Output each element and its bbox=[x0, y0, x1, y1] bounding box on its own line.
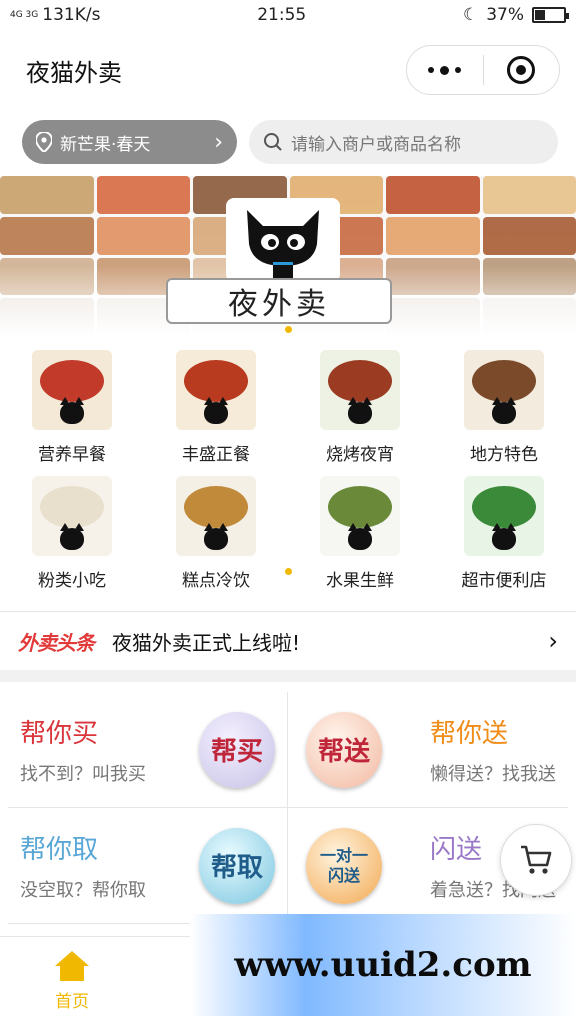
news-brand: 外卖头条 bbox=[18, 630, 95, 655]
search-row: 新芒果·春天 › 请输入商户或商品名称 bbox=[0, 110, 576, 176]
category-label: 粉类小吃 bbox=[38, 571, 106, 591]
category-7[interactable]: 水果生鲜 bbox=[288, 476, 432, 602]
store-icon bbox=[464, 476, 544, 556]
service-grid: 帮你买 找不到？叫我买 帮买 帮送 帮你送 懒得送？找我送 帮你取 没空取？帮你… bbox=[8, 692, 572, 924]
fruit-icon bbox=[320, 476, 400, 556]
category-grid: 营养早餐 丰盛正餐 烧烤夜宵 地方特色 粉类小吃 糕点冷饮 水果生鲜 超市便利店 bbox=[0, 336, 576, 612]
service-send[interactable]: 帮送 帮你送 懒得送？找我送 bbox=[288, 692, 568, 808]
category-label: 营养早餐 bbox=[38, 445, 106, 465]
location-pin-icon bbox=[36, 132, 52, 152]
breakfast-icon bbox=[32, 350, 112, 430]
news-ticker[interactable]: 外卖头条 夜猫外卖正式上线啦! › bbox=[0, 612, 576, 682]
banner-indicator bbox=[285, 326, 292, 333]
cat-logo-icon bbox=[247, 210, 319, 278]
category-label: 超市便利店 bbox=[461, 571, 547, 591]
cat-mascot bbox=[226, 198, 340, 282]
category-pager-dot bbox=[285, 568, 292, 575]
page-title: 夜猫外卖 bbox=[26, 58, 122, 87]
clock: 21:55 bbox=[257, 5, 307, 25]
service-subtitle: 找不到？叫我买 bbox=[20, 764, 146, 785]
location-selector[interactable]: 新芒果·春天 › bbox=[22, 120, 237, 164]
chevron-right-icon: › bbox=[548, 627, 558, 655]
network-speed: 131K/s bbox=[42, 5, 101, 25]
category-2[interactable]: 丰盛正餐 bbox=[144, 350, 288, 476]
buy-badge-icon: 帮买 bbox=[199, 711, 275, 788]
battery-icon bbox=[532, 7, 569, 23]
category-label: 糕点冷饮 bbox=[182, 571, 250, 591]
search-icon bbox=[264, 133, 282, 151]
flash-badge-icon: 一对一 闪送 bbox=[306, 827, 382, 904]
chevron-right-icon: › bbox=[214, 129, 223, 155]
category-1[interactable]: 营养早餐 bbox=[0, 350, 144, 476]
tab-home[interactable]: 首页 bbox=[0, 937, 144, 1024]
service-title: 帮你送 bbox=[430, 719, 509, 749]
noodle-icon bbox=[32, 476, 112, 556]
home-icon bbox=[55, 951, 89, 981]
watermark-text: www.uuid2.com bbox=[234, 945, 532, 985]
category-label: 烧烤夜宵 bbox=[326, 445, 394, 465]
category-8[interactable]: 超市便利店 bbox=[432, 476, 576, 602]
more-menu-icon[interactable] bbox=[407, 65, 483, 75]
drink-icon bbox=[176, 476, 256, 556]
close-capsule-icon[interactable] bbox=[484, 56, 560, 84]
promo-banner[interactable]: 夜外卖 bbox=[0, 176, 576, 336]
location-label: 新芒果·春天 bbox=[60, 134, 151, 155]
service-title: 帮你买 bbox=[20, 719, 99, 749]
category-4[interactable]: 地方特色 bbox=[432, 350, 576, 476]
bbq-icon bbox=[320, 350, 400, 430]
search-input[interactable]: 请输入商户或商品名称 bbox=[249, 120, 558, 164]
cart-button[interactable] bbox=[500, 824, 572, 896]
category-label: 丰盛正餐 bbox=[182, 445, 250, 465]
service-pickup[interactable]: 帮你取 没空取？帮你取 帮取 bbox=[8, 808, 288, 924]
category-3[interactable]: 烧烤夜宵 bbox=[288, 350, 432, 476]
category-5[interactable]: 粉类小吃 bbox=[0, 476, 144, 602]
battery-percent: 37% bbox=[486, 5, 524, 25]
service-title: 帮你取 bbox=[20, 835, 99, 865]
category-6[interactable]: 糕点冷饮 bbox=[144, 476, 288, 602]
pickup-badge-icon: 帮取 bbox=[199, 827, 275, 904]
local-food-icon bbox=[464, 350, 544, 430]
service-subtitle: 没空取？帮你取 bbox=[20, 880, 146, 901]
title-bar: 夜猫外卖 bbox=[0, 30, 576, 110]
category-label: 地方特色 bbox=[470, 445, 538, 465]
search-placeholder: 请输入商户或商品名称 bbox=[291, 134, 461, 155]
watermark: www.uuid2.com bbox=[190, 914, 576, 1016]
tab-home-label: 首页 bbox=[55, 992, 89, 1012]
news-text: 夜猫外卖正式上线啦! bbox=[112, 630, 301, 655]
mini-program-capsule bbox=[406, 45, 560, 95]
cart-icon bbox=[521, 845, 552, 874]
service-buy[interactable]: 帮你买 找不到？叫我买 帮买 bbox=[8, 692, 288, 808]
category-label: 水果生鲜 bbox=[326, 571, 394, 591]
signal-icon: 4G 3G bbox=[10, 9, 39, 20]
brand-logo: 夜外卖 bbox=[166, 278, 392, 324]
meal-icon bbox=[176, 350, 256, 430]
moon-icon: ☾ bbox=[462, 5, 479, 25]
send-badge-icon: 帮送 bbox=[306, 711, 382, 788]
status-bar: 4G 3G 131K/s 21:55 ☾ 37% bbox=[0, 0, 576, 30]
service-subtitle: 懒得送？找我送 bbox=[430, 764, 556, 785]
